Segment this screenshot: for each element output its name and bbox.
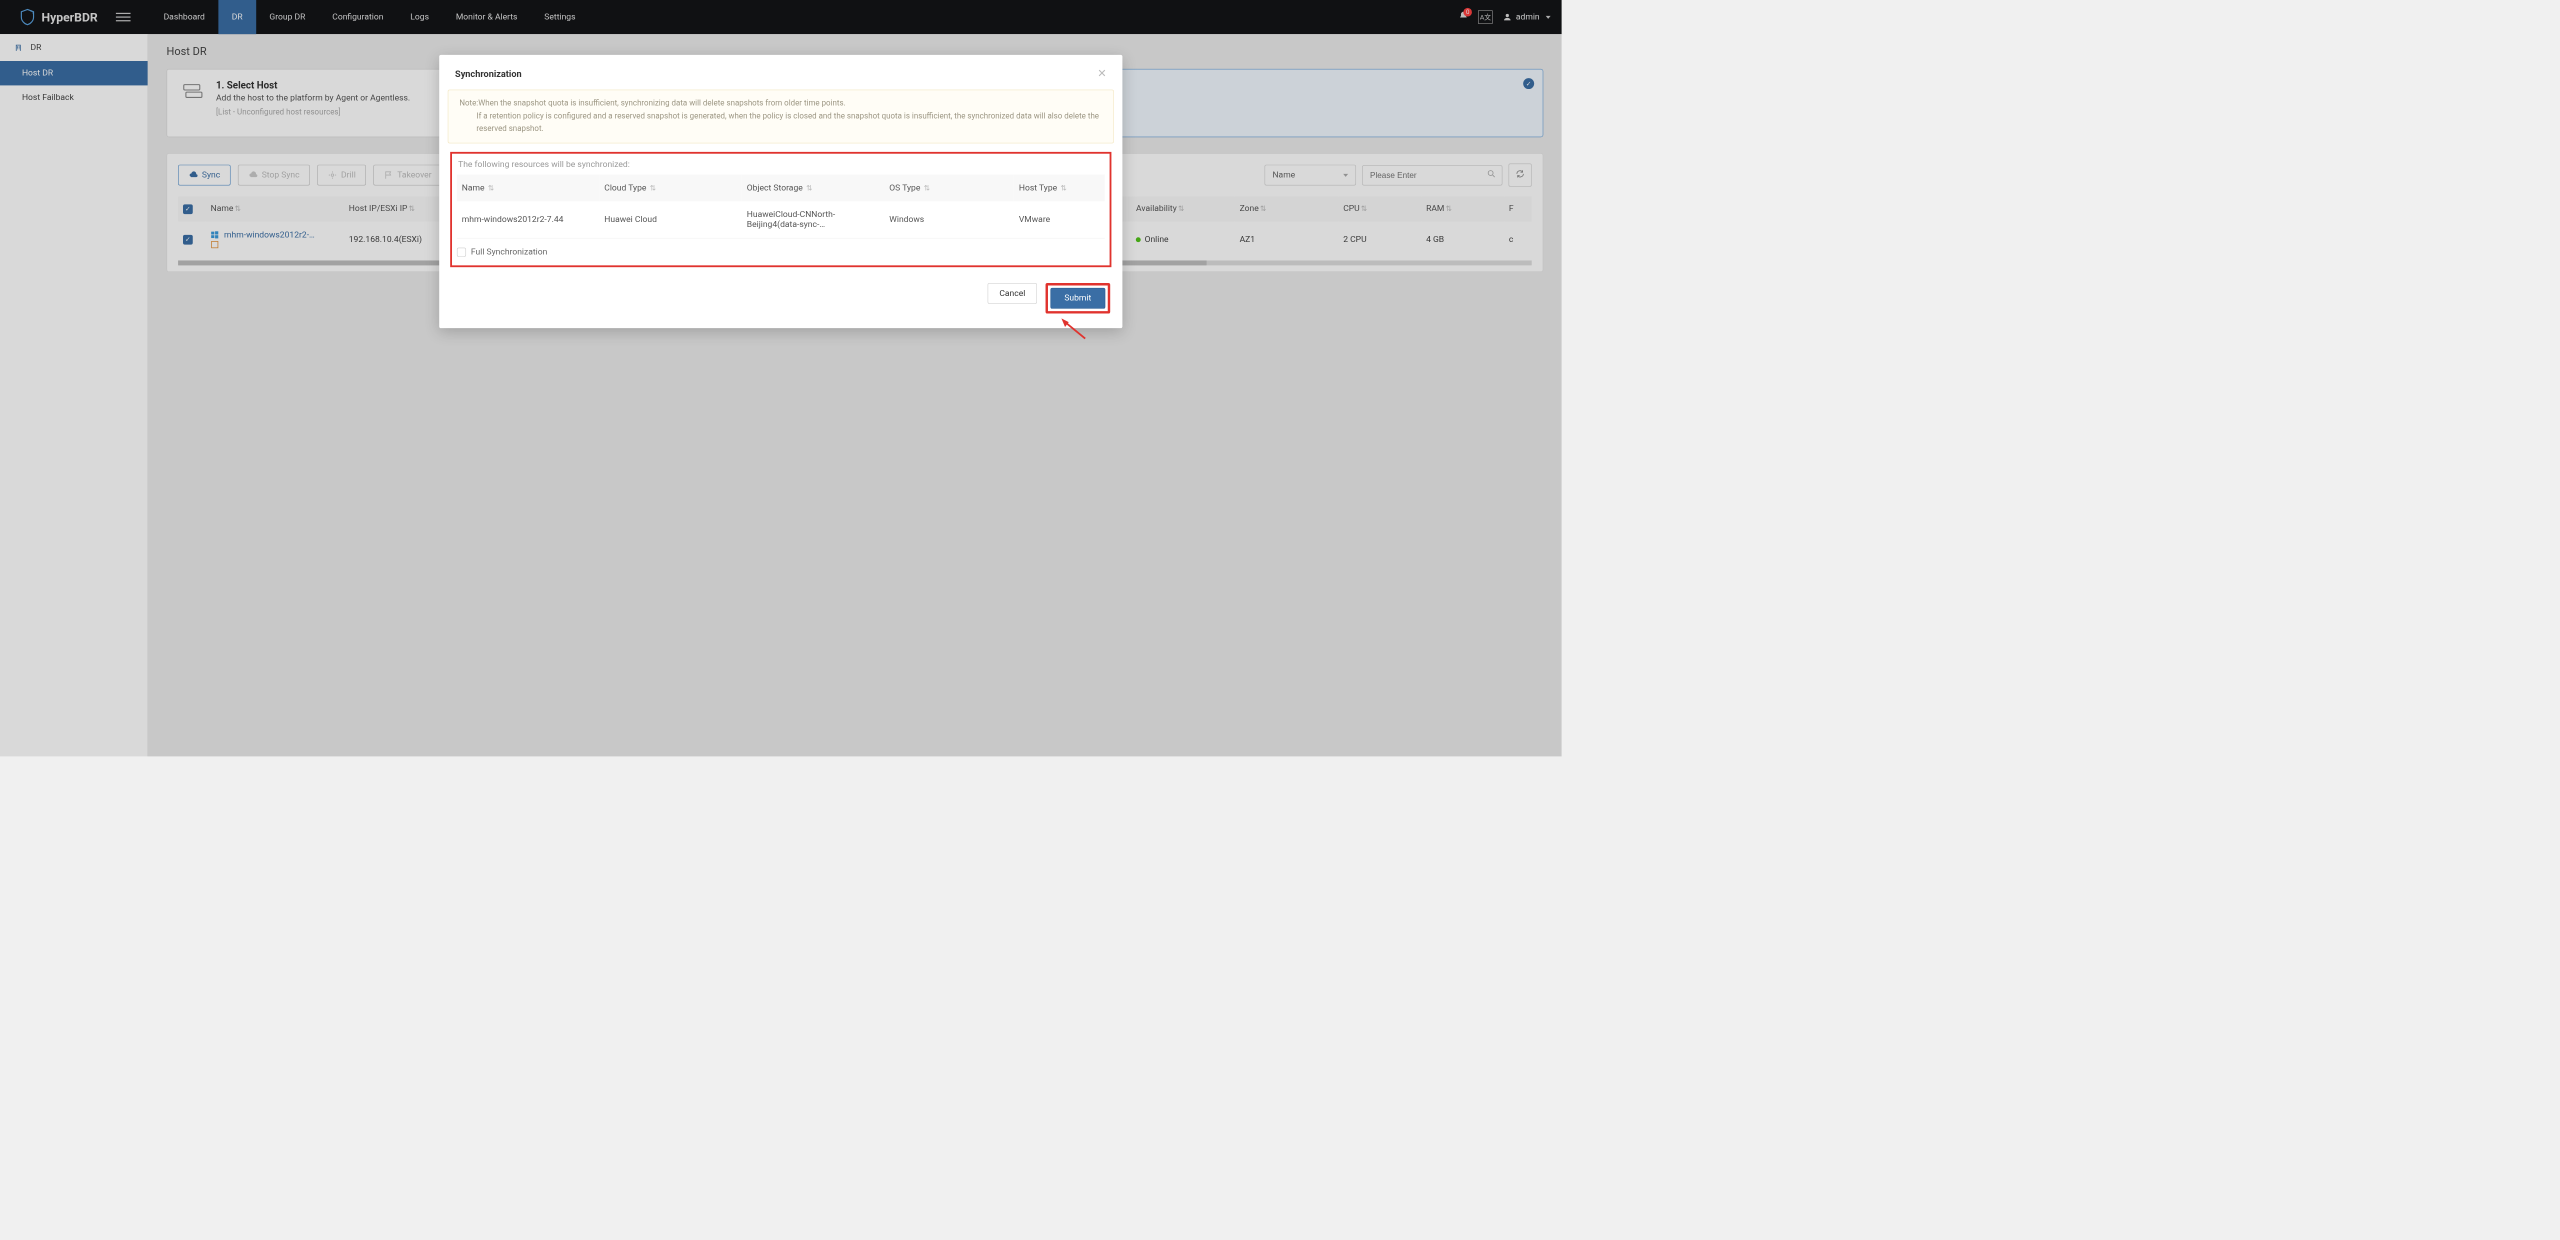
m-cell-storage: HuaweiCloud-CNNorth-Beijing4(data-sync-… xyxy=(742,202,885,239)
submit-button[interactable]: Submit xyxy=(1050,288,1105,309)
modal-overlay: Synchronization ✕ Note:When the snapshot… xyxy=(0,0,1562,756)
resources-table: Name ⇅ Cloud Type ⇅ Object Storage ⇅ OS … xyxy=(457,175,1105,239)
modal-title: Synchronization xyxy=(455,68,522,79)
m-cell-os: Windows xyxy=(884,202,1014,239)
sort-icon: ⇅ xyxy=(1060,184,1066,193)
synchronization-modal: Synchronization ✕ Note:When the snapshot… xyxy=(439,55,1122,329)
note-line2: If a retention policy is configured and … xyxy=(459,110,1102,135)
resource-row: mhm-windows2012r2-7.44 Huawei Cloud Huaw… xyxy=(457,202,1105,239)
cancel-button[interactable]: Cancel xyxy=(988,283,1037,304)
sort-icon: ⇅ xyxy=(488,184,494,193)
note-line1: Note:When the snapshot quota is insuffic… xyxy=(459,98,1102,111)
m-col-hosttype: Host Type xyxy=(1019,183,1057,193)
sort-icon: ⇅ xyxy=(924,184,930,193)
highlight-box-resources: The following resources will be synchron… xyxy=(450,152,1111,267)
full-sync-checkbox[interactable]: Full Synchronization xyxy=(457,247,1105,257)
sort-icon: ⇅ xyxy=(806,184,812,193)
m-cell-hosttype: VMware xyxy=(1014,202,1105,239)
arrow-annotation-icon xyxy=(1058,317,1089,341)
close-icon[interactable]: ✕ xyxy=(1097,67,1106,80)
checkbox-off-icon xyxy=(457,248,466,257)
app-root: HyperBDR Dashboard DR Group DR Configura… xyxy=(0,0,1562,756)
m-col-name: Name xyxy=(462,183,485,193)
m-cell-name: mhm-windows2012r2-7.44 xyxy=(457,202,600,239)
warning-note: Note:When the snapshot quota is insuffic… xyxy=(448,90,1114,144)
m-col-cloud: Cloud Type xyxy=(604,183,646,193)
highlight-box-submit: Submit xyxy=(1045,283,1110,314)
sort-icon: ⇅ xyxy=(650,184,656,193)
modal-footer: Cancel Submit xyxy=(439,274,1122,329)
full-sync-label: Full Synchronization xyxy=(471,247,547,257)
m-col-storage: Object Storage xyxy=(747,183,803,193)
m-col-os: OS Type xyxy=(889,183,920,193)
resources-intro: The following resources will be synchron… xyxy=(457,158,1105,175)
m-cell-cloud: Huawei Cloud xyxy=(599,202,742,239)
